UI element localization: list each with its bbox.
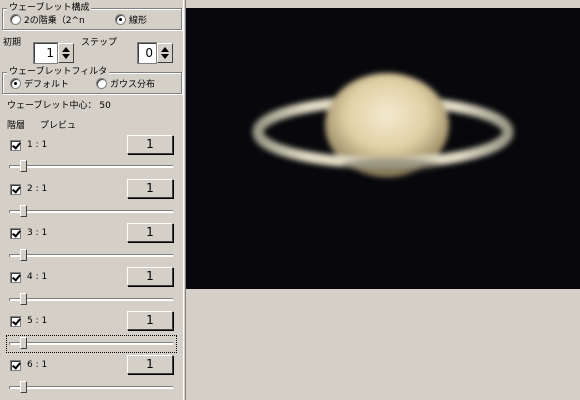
- level-1-button[interactable]: 1: [127, 135, 173, 154]
- level-1-label: 1 : 1: [27, 140, 48, 150]
- level-5-slider-track[interactable]: [9, 342, 173, 345]
- level-4-label: 4 : 1: [27, 272, 48, 282]
- level-3-slider-track[interactable]: [9, 254, 173, 257]
- wavelet-filter-group: ウェーブレットフィルタ デフォルト ガウス分布: [2, 67, 182, 94]
- control-panel: ウェーブレット構成 2の階乗（2^n 線形 初期 1 ステップ 0 ウェーブレッ…: [0, 0, 186, 400]
- saturn-planet: [252, 73, 514, 177]
- level-4-button[interactable]: 1: [127, 267, 173, 286]
- level-6-slider-thumb[interactable]: [20, 381, 27, 393]
- layers-header: 階層: [7, 121, 26, 131]
- level-2-button[interactable]: 1: [127, 179, 173, 198]
- level-6-label: 6 : 1: [27, 360, 48, 370]
- level-3-slider-thumb[interactable]: [20, 249, 27, 261]
- step-input[interactable]: 0: [137, 42, 157, 64]
- step-spinner[interactable]: [157, 43, 173, 63]
- level-6-slider-track[interactable]: [9, 386, 173, 389]
- spin-up-icon[interactable]: [62, 47, 70, 52]
- spin-up-icon[interactable]: [161, 47, 169, 52]
- level-5-label: 5 : 1: [27, 316, 48, 326]
- level-4-checkbox[interactable]: [10, 272, 21, 283]
- radio-power-of-two-label: 2の階乗（2^n: [24, 16, 85, 26]
- level-5-checkbox[interactable]: [10, 316, 21, 327]
- level-1-checkbox[interactable]: [10, 140, 21, 151]
- level-2-slider-track[interactable]: [9, 210, 173, 213]
- level-2-slider-thumb[interactable]: [20, 205, 27, 217]
- radio-power-of-two-indicator[interactable]: [10, 14, 21, 25]
- level-2-label: 2 : 1: [27, 184, 48, 194]
- radio-default-label: デフォルト: [24, 80, 70, 90]
- saturn-image: [252, 73, 514, 177]
- initial-input[interactable]: 1: [33, 42, 58, 64]
- wavelet-center-label: ウェーブレット中心：: [7, 101, 97, 111]
- level-3-button[interactable]: 1: [127, 223, 173, 242]
- wavelet-center-value: 50: [99, 101, 111, 111]
- radio-linear-label: 線形: [129, 16, 148, 26]
- wavelet-filter-title: ウェーブレットフィルタ: [7, 67, 110, 78]
- level-5-button[interactable]: 1: [127, 311, 173, 330]
- radio-default-indicator[interactable]: [10, 78, 21, 89]
- level-4-slider-track[interactable]: [9, 298, 173, 301]
- radio-default[interactable]: デフォルト: [10, 78, 70, 91]
- initial-label: 初期: [3, 38, 22, 48]
- wavelet-center: ウェーブレット中心： 50: [7, 101, 111, 112]
- spin-down-icon[interactable]: [62, 54, 70, 59]
- level-1-slider-thumb[interactable]: [20, 160, 27, 172]
- level-6-checkbox[interactable]: [10, 360, 21, 371]
- wavelet-config-group: ウェーブレット構成 2の階乗（2^n 線形: [2, 3, 182, 30]
- initial-spinner[interactable]: [58, 43, 74, 63]
- radio-linear[interactable]: 線形: [115, 14, 148, 27]
- wavelet-config-title: ウェーブレット構成: [7, 3, 92, 14]
- radio-linear-indicator[interactable]: [115, 14, 126, 25]
- step-label: ステップ: [81, 38, 118, 48]
- preview-image[interactable]: [186, 8, 580, 289]
- level-3-checkbox[interactable]: [10, 228, 21, 239]
- radio-gaussian-indicator[interactable]: [96, 78, 107, 89]
- radio-power-of-two[interactable]: 2の階乗（2^n: [10, 14, 85, 27]
- preview-header: プレビュ: [40, 121, 77, 131]
- level-2-checkbox[interactable]: [10, 184, 21, 195]
- level-1-slider-track[interactable]: [9, 165, 173, 168]
- level-6-button[interactable]: 1: [127, 355, 173, 374]
- level-3-label: 3 : 1: [27, 228, 48, 238]
- level-4-slider-thumb[interactable]: [20, 293, 27, 305]
- radio-gaussian-label: ガウス分布: [110, 80, 156, 90]
- radio-gaussian[interactable]: ガウス分布: [96, 78, 156, 91]
- spin-down-icon[interactable]: [161, 54, 169, 59]
- level-5-slider-thumb[interactable]: [20, 337, 27, 349]
